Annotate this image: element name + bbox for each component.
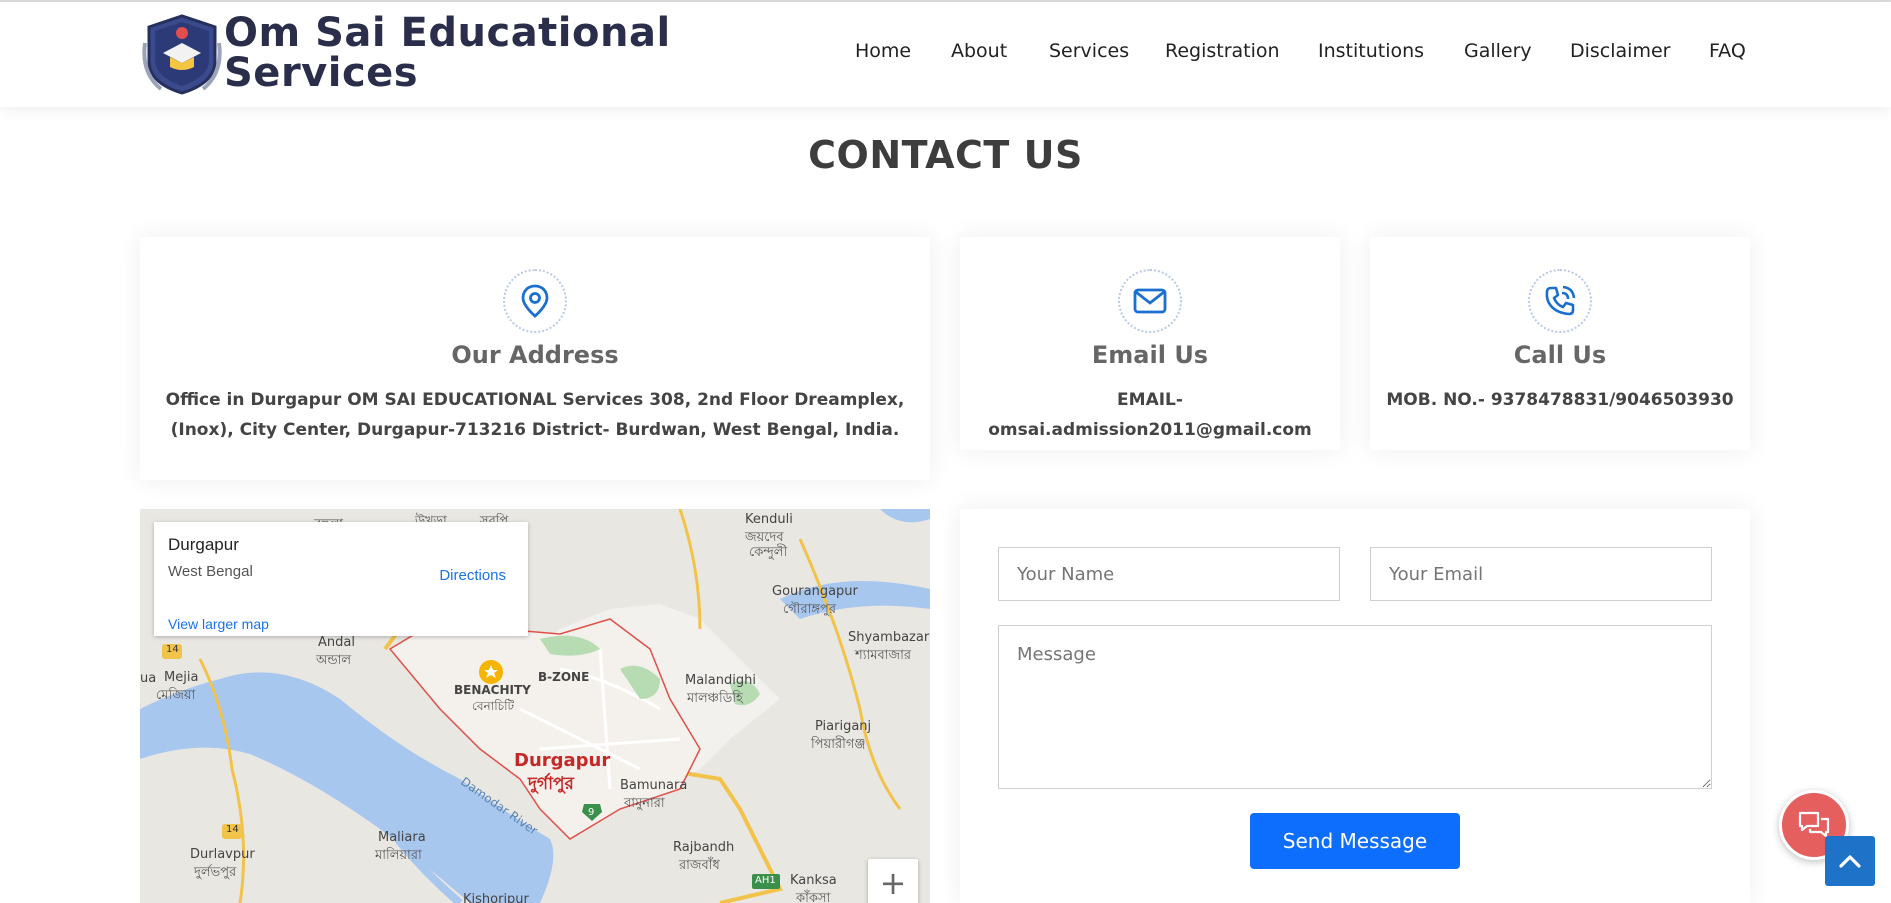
map-label-piariganj-bn: পিয়ারীগঞ্জ bbox=[811, 737, 866, 752]
map-label-bamunara: Bamunara bbox=[620, 778, 688, 793]
map-label-benachity-bn: বেনাচিটি bbox=[472, 699, 515, 713]
map-label-rajbandh: Rajbandh bbox=[673, 840, 735, 855]
map-label-gourangapur: Gourangapur bbox=[772, 584, 858, 599]
map-label-durgapur-bn: দুর্গাপুর bbox=[528, 774, 574, 794]
phone-call-icon bbox=[1528, 269, 1592, 333]
map-label-gourangapur-bn: গৌরাঙ্গপুর bbox=[783, 602, 837, 617]
map-road-ah1: AH1 bbox=[755, 875, 776, 886]
map-popup-title: Durgapur bbox=[168, 535, 239, 554]
message-textarea[interactable] bbox=[998, 625, 1712, 789]
send-message-button[interactable]: Send Message bbox=[1250, 813, 1460, 869]
map-label-bamunara-bn: বামুনারা bbox=[624, 796, 665, 811]
map-pin-icon bbox=[503, 269, 567, 333]
map-label-shyambazar-bn: শ্যামবাজার bbox=[855, 648, 912, 663]
map-label-bzone: B-ZONE bbox=[538, 670, 590, 684]
map-popup-subtitle: West Bengal bbox=[168, 563, 253, 580]
map-label-durgapur: Durgapur bbox=[514, 750, 611, 771]
map-label-piariganj: Piariganj bbox=[815, 719, 872, 734]
call-text[interactable]: MOB. NO.- 9378478831/9046503930 bbox=[1382, 385, 1738, 415]
nav-services[interactable]: Services bbox=[1049, 40, 1129, 62]
name-input[interactable] bbox=[998, 547, 1340, 601]
nav-institutions[interactable]: Institutions bbox=[1318, 40, 1424, 62]
map-label-malandighi-bn: মালঞ্চডিহি bbox=[687, 691, 743, 706]
address-text: Office in Durgapur OM SAI EDUCATIONAL Se… bbox=[165, 390, 905, 440]
map-label-kanksa: Kanksa bbox=[790, 873, 837, 888]
map-label-andal-bn: অন্ডাল bbox=[316, 653, 352, 668]
email-title: Email Us bbox=[1091, 341, 1209, 369]
map-road-9: 9 bbox=[588, 807, 595, 818]
map-label-kishoripur: Kishoripur bbox=[463, 892, 529, 903]
map-label-benachity: BENACHITY bbox=[454, 683, 531, 697]
map-label-ua: ua bbox=[140, 671, 157, 686]
map-info-popup: Durgapur West Bengal Directions View lar… bbox=[154, 522, 528, 636]
site-header: Om Sai Educational Services Home About S… bbox=[0, 2, 1891, 107]
map-label-mejia-bn: মেজিয়া bbox=[156, 688, 196, 703]
nav-about[interactable]: About bbox=[951, 40, 1007, 62]
envelope-icon bbox=[1118, 269, 1182, 333]
call-title: Call Us bbox=[1513, 341, 1607, 369]
back-to-top-button[interactable] bbox=[1825, 836, 1875, 886]
map-label-kenduli: Kenduli bbox=[745, 512, 793, 527]
email-text[interactable]: EMAIL- omsai.admission2011@gmail.com bbox=[972, 385, 1328, 445]
map-label-durlavpur-bn: দুর্লভপুর bbox=[194, 865, 237, 880]
map-label-andal: Andal bbox=[318, 635, 355, 650]
map-label-mejia: Mejia bbox=[164, 670, 199, 685]
map-label-kanksa-bn: কাঁকসা bbox=[796, 891, 831, 903]
map-label-malandighi: Malandighi bbox=[685, 673, 756, 688]
nav-gallery[interactable]: Gallery bbox=[1464, 40, 1532, 62]
chevron-up-icon bbox=[1839, 855, 1861, 868]
map-directions-link[interactable]: Directions bbox=[439, 567, 506, 584]
map-label-maliara: Maliara bbox=[378, 830, 426, 845]
email-card: Email Us EMAIL- omsai.admission2011@gmai… bbox=[960, 237, 1340, 450]
map-label-durlavpur: Durlavpur bbox=[190, 847, 255, 862]
map-label-shyambazar: Shyambazar bbox=[848, 630, 930, 645]
address-title: Our Address bbox=[451, 341, 619, 369]
map-view-larger-link[interactable]: View larger map bbox=[168, 616, 269, 632]
map-road-14-a: 14 bbox=[166, 644, 179, 655]
nav-faq[interactable]: FAQ bbox=[1709, 40, 1746, 62]
map-road-14-b: 14 bbox=[226, 824, 239, 835]
map-label-maliara-bn: মালিয়ারা bbox=[375, 848, 422, 863]
nav-disclaimer[interactable]: Disclaimer bbox=[1570, 40, 1670, 62]
nav-registration[interactable]: Registration bbox=[1165, 40, 1280, 62]
google-map[interactable]: বহুলা উখড়া সরপি Kenduli জয়দেব কেন্দুলী… bbox=[140, 509, 930, 903]
contact-form: Send Message bbox=[960, 509, 1750, 903]
address-card: Our Address Office in Durgapur OM SAI ED… bbox=[140, 237, 930, 480]
map-zoom-in-button[interactable]: + bbox=[868, 859, 918, 903]
map-label-kenduli-bn2: কেন্দুলী bbox=[749, 545, 788, 560]
call-card: Call Us MOB. NO.- 9378478831/9046503930 bbox=[1370, 237, 1750, 450]
page-title: CONTACT US bbox=[808, 133, 1083, 177]
chat-bubbles-icon bbox=[1798, 811, 1830, 838]
map-label-rajbandh-bn: রাজবাঁধ bbox=[679, 858, 720, 873]
nav-home[interactable]: Home bbox=[855, 40, 911, 62]
main-nav: Home About Services Registration Institu… bbox=[0, 40, 1891, 70]
email-input[interactable] bbox=[1370, 547, 1712, 601]
